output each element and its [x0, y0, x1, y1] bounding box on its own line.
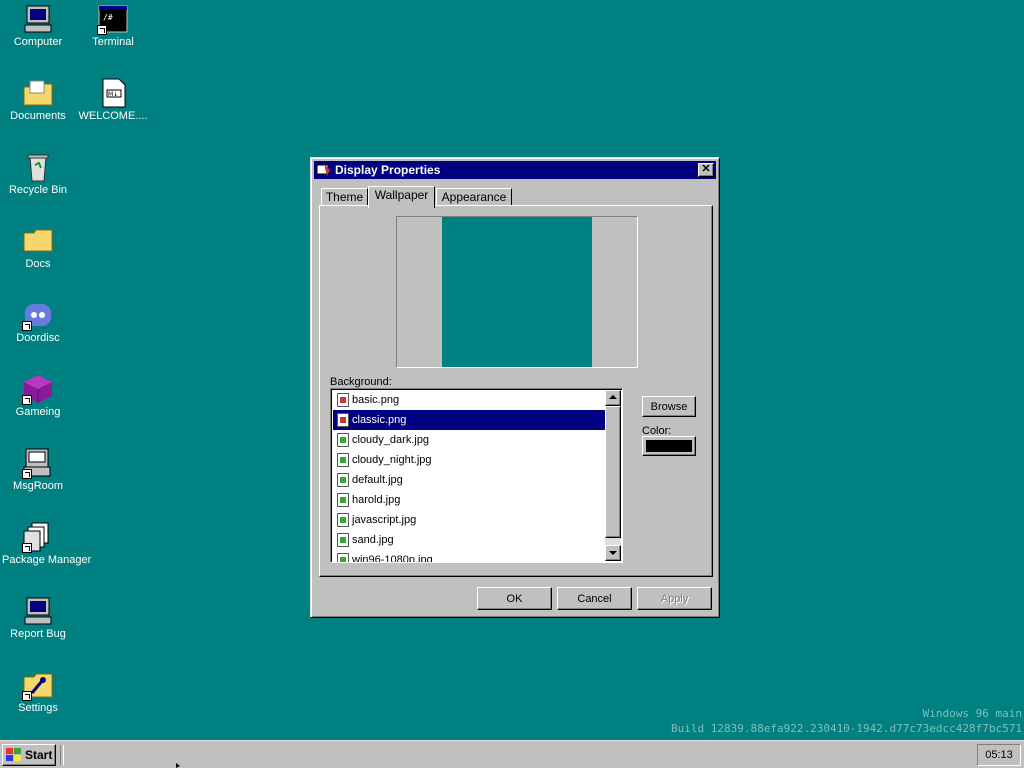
- wallpaper-preview-image: [442, 217, 592, 367]
- window-title: Display Properties: [335, 163, 441, 177]
- list-item-label: classic.png: [352, 414, 407, 426]
- desktop-icon-label: Report Bug: [10, 628, 66, 640]
- color-swatch-fill: [646, 440, 692, 452]
- scroll-up-button[interactable]: [605, 390, 621, 406]
- desktop-icon-label: WELCOME....: [78, 110, 148, 122]
- image-file-icon: [337, 493, 349, 507]
- list-item-label: harold.jpg: [352, 494, 401, 506]
- desktop-icon-msgroom[interactable]: MsgRoom: [2, 447, 74, 492]
- watermark-line-2: Build 12839.88efa922.230410-1942.d77c73e…: [671, 722, 1022, 735]
- scroll-down-button[interactable]: [605, 545, 621, 561]
- desktop-icon-recycle-bin[interactable]: Recycle Bin: [2, 151, 74, 196]
- build-watermark: Windows 96 main Build 12839.88efa922.230…: [671, 706, 1022, 736]
- desktop-icon-label: Recycle Bin: [8, 184, 68, 196]
- start-button[interactable]: Start: [2, 744, 56, 766]
- tab-appearance[interactable]: Appearance: [436, 188, 512, 206]
- list-item-label: cloudy_night.jpg: [352, 454, 432, 466]
- image-file-icon: [337, 533, 349, 547]
- tab-theme[interactable]: Theme: [321, 188, 368, 206]
- list-item[interactable]: default.jpg: [333, 470, 606, 490]
- image-file-icon: [337, 453, 349, 467]
- listbox-scrollbar[interactable]: [605, 390, 621, 561]
- svg-text:M↓: M↓: [108, 91, 118, 98]
- ok-button[interactable]: OK: [477, 587, 552, 610]
- display-properties-icon: [316, 162, 332, 178]
- image-file-icon: [337, 473, 349, 487]
- list-item[interactable]: harold.jpg: [333, 490, 606, 510]
- display-properties-window: Display Properties ✕ Theme Wallpaper App…: [310, 157, 720, 618]
- list-item-label: win96-1080p.jpg: [352, 554, 433, 563]
- color-picker-button[interactable]: [642, 436, 696, 456]
- list-item-label: cloudy_dark.jpg: [352, 434, 430, 446]
- desktop-icon-label: MsgRoom: [12, 480, 64, 492]
- desktop-icon-label: Gameing: [15, 406, 61, 418]
- recycle-bin-icon: [22, 151, 54, 183]
- desktop-icon-report-bug[interactable]: Report Bug: [2, 595, 74, 640]
- apply-button[interactable]: Apply: [637, 587, 712, 610]
- folder-icon: [22, 225, 54, 257]
- browse-button[interactable]: Browse: [642, 396, 696, 417]
- desktop-icon-package-manager[interactable]: Package Manager: [2, 521, 92, 566]
- taskbar: Start 05:13: [0, 740, 1024, 768]
- desktop-icon-welcome[interactable]: M↓ WELCOME....: [77, 77, 149, 122]
- close-button[interactable]: ✕: [698, 163, 714, 177]
- desktop-icon-computer[interactable]: Computer: [2, 3, 74, 48]
- desktop-icon-label: Documents: [10, 110, 66, 122]
- documents-folder-icon: [22, 77, 54, 109]
- background-listbox[interactable]: basic.png classic.png cloudy_dark.jpgcloud…: [330, 388, 623, 563]
- desktop-icon-gameing[interactable]: Gameing: [2, 373, 74, 418]
- desktop-icon-label: Docs: [25, 258, 51, 270]
- image-file-icon: [337, 393, 349, 407]
- image-file-icon: [337, 413, 349, 427]
- image-file-icon: [337, 553, 349, 562]
- list-item[interactable]: win96-1080p.jpg: [333, 550, 606, 563]
- settings-icon: [22, 669, 54, 701]
- list-item[interactable]: basic.png: [333, 390, 606, 410]
- terminal-icon: /#: [97, 3, 129, 35]
- list-item-label: default.jpg: [352, 474, 403, 486]
- wallpaper-preview: [396, 216, 638, 368]
- list-item[interactable]: cloudy_dark.jpg: [333, 430, 606, 450]
- desktop-icon-doordisc[interactable]: Doordisc: [2, 299, 74, 344]
- image-file-icon: [337, 513, 349, 527]
- start-label: Start: [25, 748, 53, 762]
- markdown-file-icon: M↓: [97, 77, 129, 109]
- doordisc-icon: [22, 299, 54, 331]
- watermark-line-1: Windows 96 main: [922, 707, 1022, 720]
- list-item[interactable]: javascript.jpg: [333, 510, 606, 530]
- desktop-icon-label: Package Manager: [2, 554, 92, 566]
- scroll-thumb[interactable]: [605, 406, 621, 538]
- desktop-icon-label: Doordisc: [16, 332, 60, 344]
- desktop-icon-documents[interactable]: Documents: [2, 77, 74, 122]
- gameing-icon: [22, 373, 54, 405]
- background-file-list: basic.png classic.png cloudy_dark.jpgcloud…: [333, 390, 606, 563]
- tab-wallpaper[interactable]: Wallpaper: [368, 186, 435, 208]
- wallpaper-panel: Background: basic.png classic.png cloudy_d…: [319, 205, 713, 577]
- desktop-icon-terminal[interactable]: /# Terminal: [77, 3, 149, 48]
- system-tray: 05:13: [977, 744, 1021, 766]
- desktop-icon-label: Settings: [18, 702, 58, 714]
- svg-text:/#: /#: [103, 13, 113, 22]
- windows-logo-icon: [6, 748, 22, 762]
- list-item-label: javascript.jpg: [352, 514, 417, 526]
- desktop-icon-label: Terminal: [92, 36, 134, 48]
- window-titlebar[interactable]: Display Properties ✕: [314, 161, 716, 179]
- package-manager-icon: [22, 521, 54, 553]
- desktop-icon-settings[interactable]: Settings: [2, 669, 74, 714]
- image-file-icon: [337, 433, 349, 447]
- desktop-icon-docs[interactable]: Docs: [2, 225, 74, 270]
- list-item[interactable]: cloudy_night.jpg: [333, 450, 606, 470]
- list-item[interactable]: sand.jpg: [333, 530, 606, 550]
- report-bug-icon: [22, 595, 54, 627]
- cancel-button[interactable]: Cancel: [557, 587, 632, 610]
- desktop-icon-label: Computer: [13, 36, 63, 48]
- clock[interactable]: 05:13: [985, 749, 1013, 761]
- taskbar-separator: [60, 745, 64, 765]
- list-item[interactable]: classic.png: [333, 410, 606, 430]
- computer-icon: [22, 3, 54, 35]
- list-item-label: sand.jpg: [352, 534, 394, 546]
- msgroom-icon: [22, 447, 54, 479]
- background-label: Background:: [330, 376, 392, 388]
- list-item-label: basic.png: [352, 394, 400, 406]
